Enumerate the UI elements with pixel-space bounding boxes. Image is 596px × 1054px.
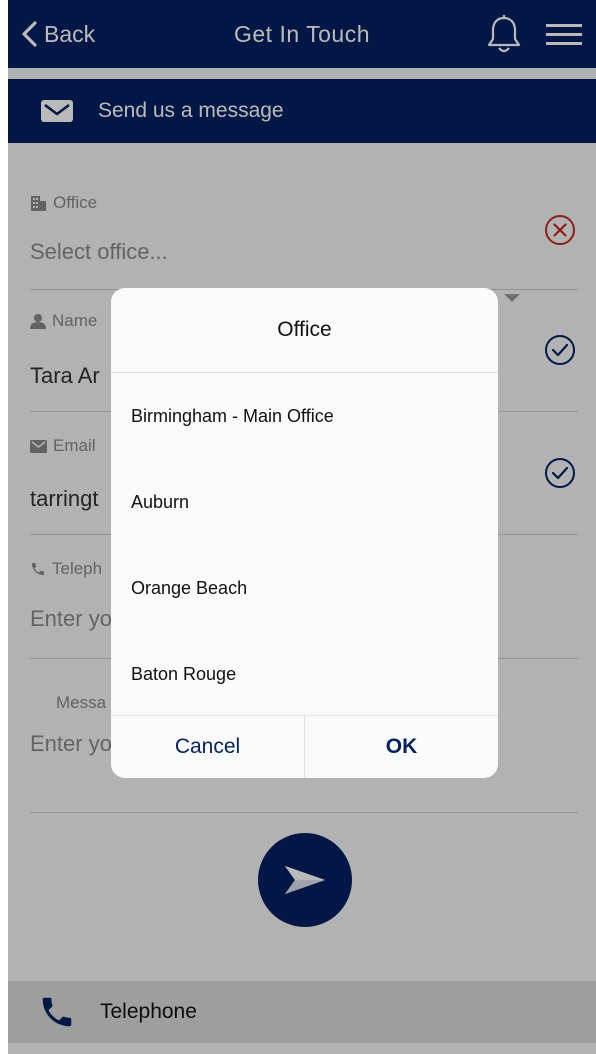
cancel-button[interactable]: Cancel (111, 716, 304, 778)
office-option[interactable]: Birmingham - Main Office (111, 373, 498, 459)
dialog-title: Office (111, 288, 498, 373)
office-option[interactable]: Orange Beach (111, 545, 498, 631)
office-picker-dialog: Office Birmingham - Main Office Auburn O… (111, 288, 498, 778)
ok-button[interactable]: OK (304, 716, 498, 778)
screen: Back Get In Touch Send us a message Offi… (8, 0, 596, 1054)
dialog-button-bar: Cancel OK (111, 715, 498, 778)
office-option[interactable]: Auburn (111, 459, 498, 545)
office-option[interactable]: Baton Rouge (111, 631, 498, 717)
